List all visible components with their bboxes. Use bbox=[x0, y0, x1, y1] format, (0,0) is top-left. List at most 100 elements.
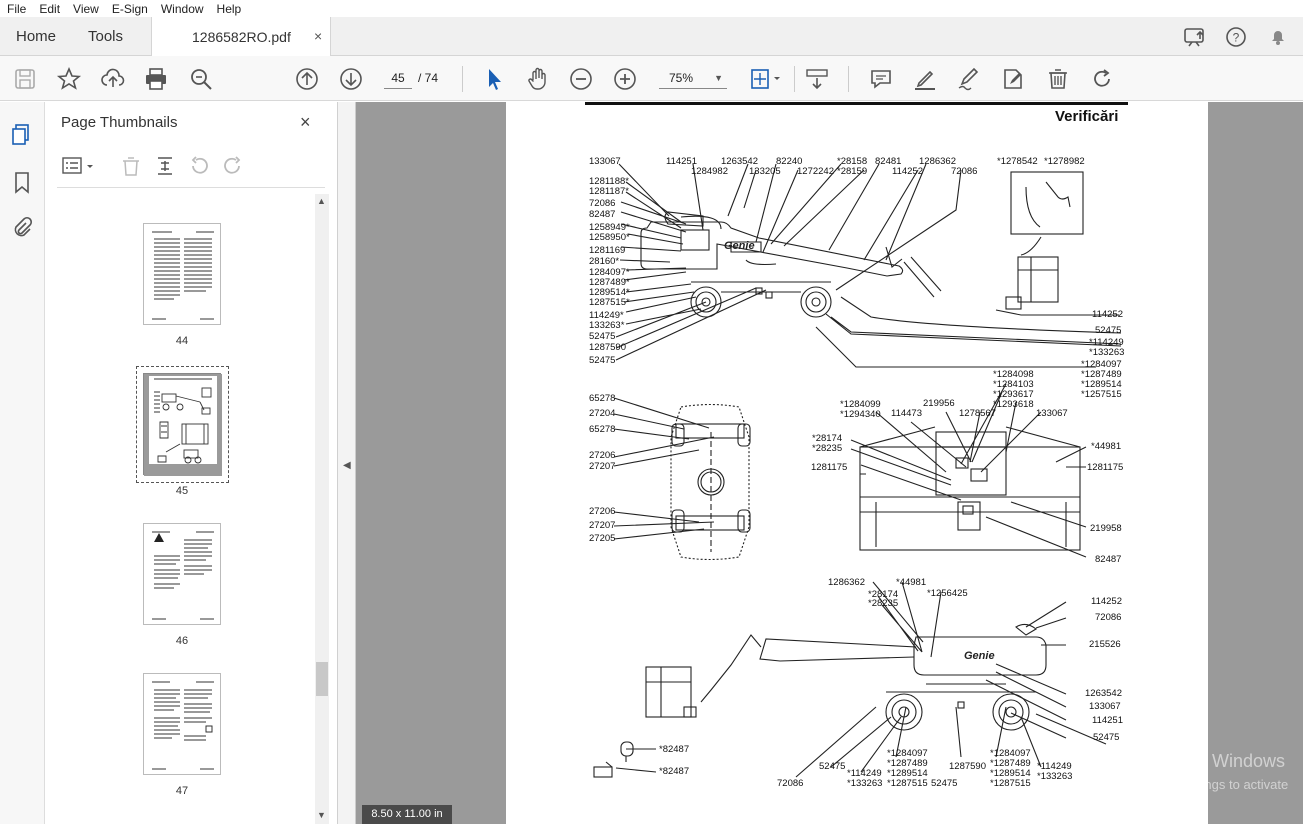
part-label: 133205 bbox=[749, 166, 781, 177]
scrollbar-thumb[interactable] bbox=[316, 662, 328, 696]
select-cursor-icon[interactable] bbox=[481, 66, 507, 92]
menu-help[interactable]: Help bbox=[217, 2, 242, 16]
menu-window[interactable]: Window bbox=[161, 2, 204, 16]
share-screen-icon[interactable] bbox=[1183, 26, 1207, 48]
highlight-pen-icon[interactable] bbox=[912, 66, 938, 92]
attachments-icon[interactable] bbox=[10, 216, 34, 240]
part-label: *28235 bbox=[868, 598, 899, 609]
close-panel-icon[interactable]: × bbox=[300, 112, 311, 133]
scroll-mode-icon[interactable] bbox=[804, 66, 830, 92]
part-label: 65278 bbox=[589, 393, 616, 404]
part-label: *1293618 bbox=[993, 399, 1034, 410]
edit-pdf-icon[interactable] bbox=[1000, 66, 1026, 92]
part-label: 133067 bbox=[1089, 701, 1121, 712]
rotate-icon[interactable] bbox=[1089, 66, 1115, 92]
part-label: 72086 bbox=[589, 198, 616, 209]
part-label: *1287515 bbox=[887, 778, 928, 789]
chevron-down-icon: ▼ bbox=[714, 73, 723, 83]
fit-page-icon[interactable] bbox=[748, 66, 784, 92]
part-label: 28160* bbox=[589, 256, 620, 267]
rotate-right-icon[interactable] bbox=[221, 154, 245, 178]
part-label: 1263542 bbox=[1085, 688, 1122, 699]
part-label: 72086 bbox=[777, 778, 804, 789]
bookmark-star-icon[interactable] bbox=[56, 66, 82, 92]
page-thumbnails-icon[interactable] bbox=[10, 122, 34, 146]
menu-edit[interactable]: Edit bbox=[39, 2, 60, 16]
part-label: 82487 bbox=[1095, 554, 1122, 565]
part-label: *133263 bbox=[847, 778, 883, 789]
zoom-out-icon[interactable] bbox=[568, 66, 594, 92]
previous-page-icon[interactable] bbox=[294, 66, 320, 92]
part-label: 52475 bbox=[589, 331, 616, 342]
upload-cloud-icon[interactable] bbox=[100, 66, 126, 92]
part-label: 72086 bbox=[1095, 612, 1122, 623]
part-label: 1281175 bbox=[1087, 462, 1124, 473]
part-label: *133263 bbox=[1089, 347, 1125, 358]
part-label: 27206 bbox=[589, 506, 616, 517]
thumbnails-scrollbar[interactable]: ▲ ▼ bbox=[315, 194, 329, 824]
part-label: 52475 bbox=[819, 761, 846, 772]
thumbnail-options-icon[interactable] bbox=[61, 154, 97, 178]
part-label: 65278 bbox=[589, 424, 616, 435]
rotate-left-icon[interactable] bbox=[187, 154, 211, 178]
panel-collapse-handle[interactable]: ◀ bbox=[338, 102, 356, 824]
thumbnail-label: 45 bbox=[175, 485, 189, 497]
zoom-search-icon[interactable] bbox=[188, 66, 214, 92]
part-label: 114252 bbox=[1092, 309, 1123, 320]
zoom-value: 75% bbox=[669, 71, 694, 85]
scroll-down-icon[interactable]: ▼ bbox=[317, 810, 326, 820]
draw-signature-icon[interactable] bbox=[956, 66, 982, 92]
menu-file[interactable]: File bbox=[7, 2, 26, 16]
save-icon[interactable] bbox=[12, 66, 38, 92]
zoom-in-icon[interactable] bbox=[612, 66, 638, 92]
tab-document[interactable]: 1286582RO.pdf × bbox=[151, 17, 331, 56]
print-icon[interactable] bbox=[143, 66, 169, 92]
pdf-page: Verificări Genie Genie 133067 114251 126… bbox=[506, 102, 1208, 824]
part-label: *1294340 bbox=[840, 409, 881, 420]
thumbnail-page-44[interactable] bbox=[143, 223, 221, 325]
part-label: *82487 bbox=[659, 766, 690, 777]
help-icon[interactable]: ? bbox=[1225, 26, 1247, 48]
main-toolbar: 45 / 74 75% ▼ bbox=[0, 56, 1303, 101]
part-label: 72086 bbox=[951, 166, 978, 177]
thumbnail-label: 46 bbox=[175, 635, 189, 647]
part-label: 133067 bbox=[589, 156, 621, 167]
delete-icon[interactable] bbox=[1045, 66, 1071, 92]
windows-activation-watermark: Activate Windows bbox=[1143, 751, 1286, 771]
page-number-input[interactable]: 45 bbox=[384, 67, 412, 89]
part-label: *1257515 bbox=[1081, 389, 1122, 400]
part-label: 219956 bbox=[923, 398, 955, 409]
tab-tools[interactable]: Tools bbox=[88, 17, 123, 56]
scroll-up-icon[interactable]: ▲ bbox=[317, 196, 326, 206]
part-label: 1272242 bbox=[797, 166, 834, 177]
windows-activation-subtext: Go to Settings to activate bbox=[1143, 777, 1289, 792]
thumbnail-page-47[interactable] bbox=[143, 673, 221, 775]
page-size-indicator: 8.50 x 11.00 in bbox=[362, 805, 452, 824]
part-label: 1281187* bbox=[589, 186, 629, 197]
notification-bell-icon[interactable] bbox=[1268, 27, 1288, 47]
document-viewer[interactable]: Verificări Genie Genie 133067 114251 126… bbox=[356, 102, 1303, 824]
left-navigation-rail bbox=[0, 102, 45, 824]
menu-esign[interactable]: E-Sign bbox=[112, 2, 148, 16]
extract-page-icon[interactable] bbox=[153, 154, 177, 178]
part-label: 52475 bbox=[1093, 732, 1120, 743]
close-tab-icon[interactable]: × bbox=[314, 28, 322, 44]
comment-icon[interactable] bbox=[868, 66, 894, 92]
brand-logo-top: Genie bbox=[724, 240, 755, 252]
bookmarks-icon[interactable] bbox=[10, 170, 34, 194]
tab-bar: Home Tools 1286582RO.pdf × ? bbox=[0, 17, 1303, 56]
tab-home[interactable]: Home bbox=[16, 17, 56, 56]
part-label: 114252 bbox=[892, 166, 923, 177]
part-label: 27205 bbox=[589, 533, 616, 544]
next-page-icon[interactable] bbox=[338, 66, 364, 92]
zoom-select[interactable]: 75% ▼ bbox=[659, 67, 727, 89]
thumbnail-page-46[interactable] bbox=[143, 523, 221, 625]
part-label: 82487 bbox=[589, 209, 616, 220]
part-label: 1258950* bbox=[589, 232, 630, 243]
menu-view[interactable]: View bbox=[73, 2, 99, 16]
hand-tool-icon[interactable] bbox=[525, 66, 551, 92]
delete-page-icon[interactable] bbox=[119, 154, 143, 178]
svg-text:?: ? bbox=[1233, 31, 1240, 45]
brand-logo-bottom: Genie bbox=[964, 650, 995, 662]
thumbnail-page-45[interactable] bbox=[143, 373, 222, 476]
